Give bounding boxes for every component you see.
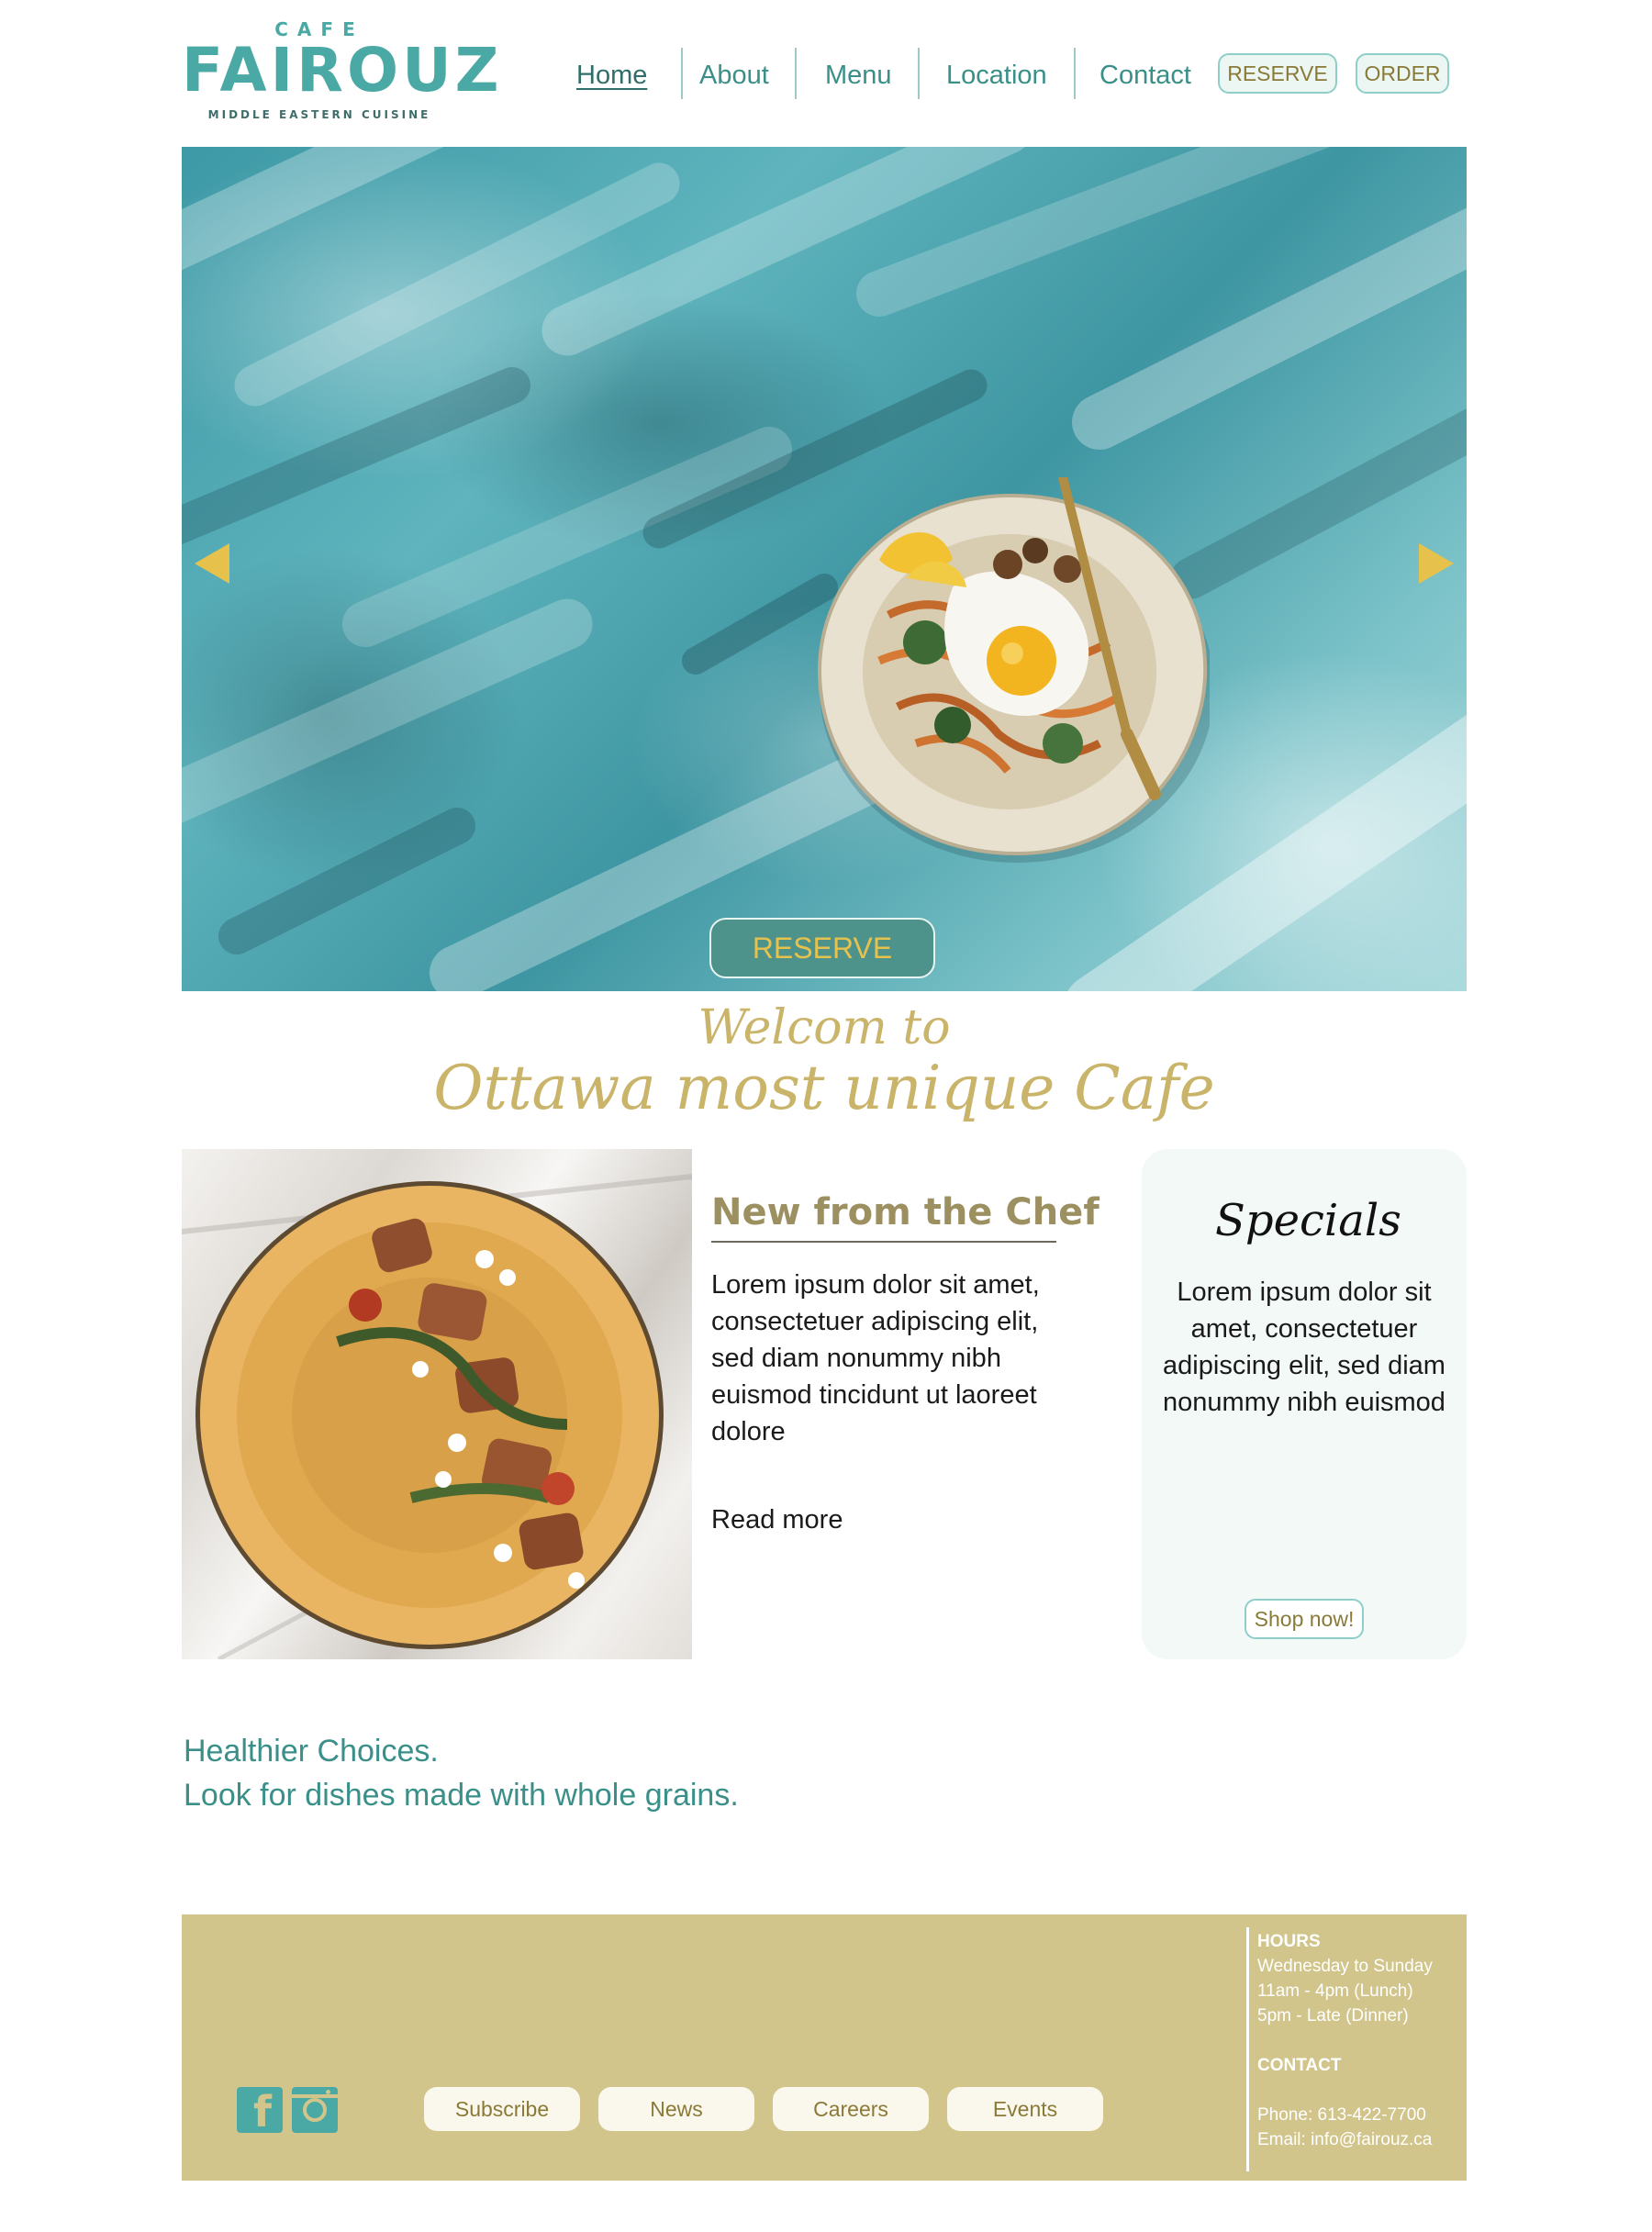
nav-divider [1074, 48, 1076, 99]
footer-subscribe-button[interactable]: Subscribe [424, 2087, 580, 2131]
footer-events-button[interactable]: Events [947, 2087, 1103, 2131]
site-footer: f Subscribe News Careers Events HOURS We… [182, 1914, 1467, 2181]
footer-phone[interactable]: Phone: 613-422-7700 [1257, 2103, 1465, 2127]
chef-section-body: Lorem ipsum dolor sit amet, consectetuer… [711, 1270, 1040, 1446]
nav-about[interactable]: About [699, 59, 769, 92]
chef-title-underline [711, 1241, 1056, 1243]
nav-divider [795, 48, 797, 99]
footer-hours-line: Wednesday to Sunday [1257, 1957, 1433, 1976]
logo-tagline-text: MIDDLE EASTERN CUISINE [207, 108, 431, 121]
hero-slider: RESERVE [182, 147, 1467, 991]
nav-reserve-button[interactable]: RESERVE [1218, 53, 1337, 94]
instagram-icon[interactable] [292, 2087, 338, 2133]
nav-menu[interactable]: Menu [825, 59, 892, 92]
hero-reserve-button[interactable]: RESERVE [709, 918, 935, 978]
healthier-choices-text: Healthier Choices. Look for dishes made … [184, 1729, 739, 1817]
footer-hours-title: HOURS [1257, 1932, 1321, 1951]
footer-careers-button[interactable]: Careers [773, 2087, 929, 2131]
chef-dish-illustration [182, 1174, 692, 1659]
welcome-line-1: Welcom to [698, 1000, 951, 1055]
nav-order-button[interactable]: ORDER [1356, 53, 1449, 94]
shop-now-button[interactable]: Shop now! [1245, 1599, 1364, 1639]
footer-info: HOURS Wednesday to Sunday 11am - 4pm (Lu… [1257, 1929, 1465, 2152]
arrow-right-icon[interactable] [1419, 543, 1454, 584]
chef-section-title: New from the Chef [711, 1191, 1099, 1233]
footer-hours-line: 11am - 4pm (Lunch) [1257, 1981, 1413, 2001]
nav-divider [918, 48, 920, 99]
footer-hours-line: 5pm - Late (Dinner) [1257, 2006, 1409, 2026]
nav-divider [681, 48, 683, 99]
read-more-link[interactable]: Read more [711, 1505, 843, 1535]
footer-divider [1246, 1927, 1249, 2171]
healthier-line-2: Look for dishes made with whole grains. [184, 1778, 739, 1813]
specials-body: Lorem ipsum dolor sit amet, consectetuer… [1163, 1278, 1446, 1417]
healthier-line-1: Healthier Choices. [184, 1734, 439, 1769]
footer-contact-title: CONTACT [1257, 2056, 1342, 2075]
hero-dish-image [817, 477, 1210, 863]
welcome-line-2: Ottawa most unique Cafe [433, 1053, 1215, 1123]
specials-card: Specials Lorem ipsum dolor sit amet, con… [1142, 1149, 1467, 1659]
nav-contact[interactable]: Contact [1099, 59, 1191, 92]
specials-title: Specials [1215, 1195, 1401, 1246]
footer-email[interactable]: Email: info@fairouz.ca [1257, 2127, 1465, 2152]
footer-news-button[interactable]: News [598, 2087, 754, 2131]
facebook-icon[interactable]: f [237, 2087, 283, 2137]
brand-logo[interactable]: CAFE FAIROUZ MIDDLE EASTERN CUISINE [182, 18, 503, 125]
instagram-icon-lens [303, 2098, 327, 2122]
facebook-f-glyph: f [253, 2087, 273, 2137]
nav-location[interactable]: Location [946, 59, 1047, 92]
logo-name-text: FAIROUZ [182, 35, 503, 106]
nav-home[interactable]: Home [576, 59, 647, 92]
instagram-icon-dot [326, 2090, 330, 2094]
chef-dish-image [182, 1149, 692, 1659]
arrow-left-icon[interactable] [195, 543, 229, 584]
